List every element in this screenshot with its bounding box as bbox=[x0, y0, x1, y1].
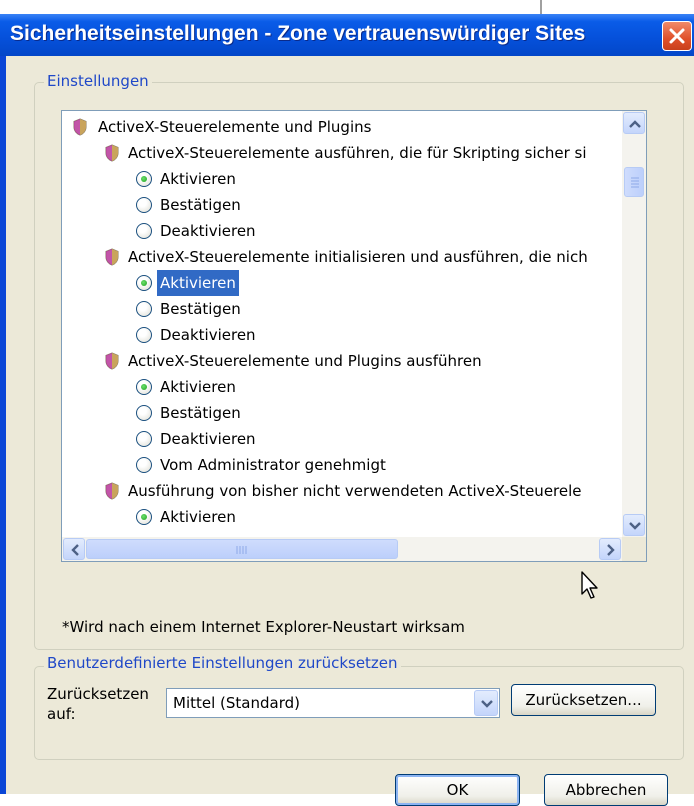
radio-checked[interactable] bbox=[136, 379, 152, 395]
mouse-cursor-icon bbox=[581, 571, 598, 599]
settings-tree-content: ActiveX-Steuerelemente und Plugins Active… bbox=[62, 111, 622, 537]
dialog-window: Sicherheitseinstellungen - Zone vertraue… bbox=[0, 14, 694, 806]
tree-label: Ausführung von bisher nicht verwendeten … bbox=[128, 482, 582, 500]
shield-icon bbox=[72, 118, 88, 136]
grip-icon bbox=[236, 546, 247, 554]
tree-label: Deaktivieren bbox=[160, 430, 256, 448]
reset-level-value: Mittel (Standard) bbox=[173, 694, 300, 712]
reset-level-dropdown-button[interactable] bbox=[474, 690, 498, 716]
tree-label: ActiveX-Steuerelemente ausführen, die fü… bbox=[128, 144, 587, 162]
restart-note: *Wird nach einem Internet Explorer-Neust… bbox=[62, 618, 465, 636]
scroll-right-button[interactable] bbox=[599, 538, 621, 560]
tree-option[interactable]: Aktivieren bbox=[62, 504, 622, 530]
settings-group-legend: Einstellungen bbox=[44, 72, 152, 90]
tree-label: ActiveX-Steuerelemente und Plugins bbox=[98, 118, 372, 136]
tree-label: Bestätigen bbox=[160, 404, 241, 422]
tree-setting[interactable]: ActiveX-Steuerelemente initialisieren un… bbox=[62, 244, 622, 270]
chevron-down-icon bbox=[481, 700, 493, 708]
dialog-body: Einstellungen ActiveX-Steuerelemente und… bbox=[6, 56, 694, 806]
horizontal-scrollbar[interactable] bbox=[62, 537, 622, 561]
tree-option[interactable]: Aktivieren bbox=[62, 166, 622, 192]
grip-icon bbox=[631, 177, 639, 188]
tree-option[interactable]: Bestätigen bbox=[62, 296, 622, 322]
radio-unchecked[interactable] bbox=[136, 223, 152, 239]
chevron-down-icon bbox=[629, 522, 641, 530]
tree-label: Bestätigen bbox=[160, 196, 241, 214]
shield-icon bbox=[104, 144, 120, 162]
tree-option[interactable]: Bestätigen bbox=[62, 192, 622, 218]
tree-label: Aktivieren bbox=[160, 170, 236, 188]
tree-label: Aktivieren bbox=[160, 378, 236, 396]
reset-group-legend: Benutzerdefinierte Einstellungen zurücks… bbox=[44, 654, 401, 672]
ok-button[interactable]: OK bbox=[395, 774, 520, 806]
chevron-up-icon bbox=[629, 120, 641, 128]
tree-option[interactable]: Vom Administrator genehmigt bbox=[62, 452, 622, 478]
tree-label: Vom Administrator genehmigt bbox=[160, 456, 386, 474]
shield-icon bbox=[104, 248, 120, 266]
window-title: Sicherheitseinstellungen - Zone vertraue… bbox=[10, 22, 586, 45]
tree-option[interactable]: Deaktivieren bbox=[62, 322, 622, 348]
tree-setting[interactable]: ActiveX-Steuerelemente und Plugins ausfü… bbox=[62, 348, 622, 374]
tree-option[interactable]: Bestätigen bbox=[62, 400, 622, 426]
tree-label: Deaktivieren bbox=[160, 222, 256, 240]
radio-checked[interactable] bbox=[136, 275, 152, 291]
tree-label: ActiveX-Steuerelemente und Plugins ausfü… bbox=[128, 352, 482, 370]
tree-option[interactable]: Aktivieren bbox=[62, 374, 622, 400]
tree-label: Aktivieren bbox=[160, 508, 236, 526]
scroll-up-button[interactable] bbox=[623, 112, 645, 134]
tree-label: Deaktivieren bbox=[160, 326, 256, 344]
tree-option[interactable]: Deaktivieren bbox=[62, 426, 622, 452]
radio-unchecked[interactable] bbox=[136, 431, 152, 447]
tree-category[interactable]: ActiveX-Steuerelemente und Plugins bbox=[62, 114, 622, 140]
radio-unchecked[interactable] bbox=[136, 405, 152, 421]
radio-checked[interactable] bbox=[136, 171, 152, 187]
vertical-scrollbar[interactable] bbox=[622, 111, 646, 537]
tree-setting[interactable]: Ausführung von bisher nicht verwendeten … bbox=[62, 478, 622, 504]
reset-button[interactable]: Zurücksetzen... bbox=[511, 684, 656, 716]
radio-unchecked[interactable] bbox=[136, 457, 152, 473]
horizontal-scroll-thumb[interactable] bbox=[86, 539, 398, 559]
scroll-down-button[interactable] bbox=[623, 514, 645, 536]
shield-icon bbox=[104, 352, 120, 370]
reset-level-select[interactable]: Mittel (Standard) bbox=[166, 688, 500, 718]
tree-option[interactable]: Deaktivieren bbox=[62, 218, 622, 244]
shield-icon bbox=[104, 482, 120, 500]
chevron-left-icon bbox=[71, 544, 79, 556]
close-button[interactable] bbox=[662, 21, 692, 51]
tree-option[interactable]: Aktivieren bbox=[62, 270, 622, 296]
cancel-button[interactable]: Abbrechen bbox=[544, 774, 668, 806]
settings-tree[interactable]: ActiveX-Steuerelemente und Plugins Active… bbox=[61, 110, 647, 562]
tree-label: Bestätigen bbox=[160, 300, 241, 318]
tree-setting[interactable]: ActiveX-Steuerelemente ausführen, die fü… bbox=[62, 140, 622, 166]
chevron-right-icon bbox=[607, 544, 615, 556]
tree-label: Aktivieren bbox=[157, 270, 239, 296]
title-bar[interactable]: Sicherheitseinstellungen - Zone vertraue… bbox=[0, 14, 694, 56]
close-x-icon bbox=[669, 28, 685, 44]
vertical-scroll-thumb[interactable] bbox=[624, 167, 644, 197]
scrollbar-corner bbox=[622, 537, 646, 561]
scroll-left-button[interactable] bbox=[63, 538, 85, 560]
radio-checked[interactable] bbox=[136, 509, 152, 525]
tree-label: ActiveX-Steuerelemente initialisieren un… bbox=[128, 248, 588, 266]
radio-unchecked[interactable] bbox=[136, 327, 152, 343]
reset-to-label: Zurücksetzen auf: bbox=[47, 685, 149, 723]
radio-unchecked[interactable] bbox=[136, 197, 152, 213]
radio-unchecked[interactable] bbox=[136, 301, 152, 317]
